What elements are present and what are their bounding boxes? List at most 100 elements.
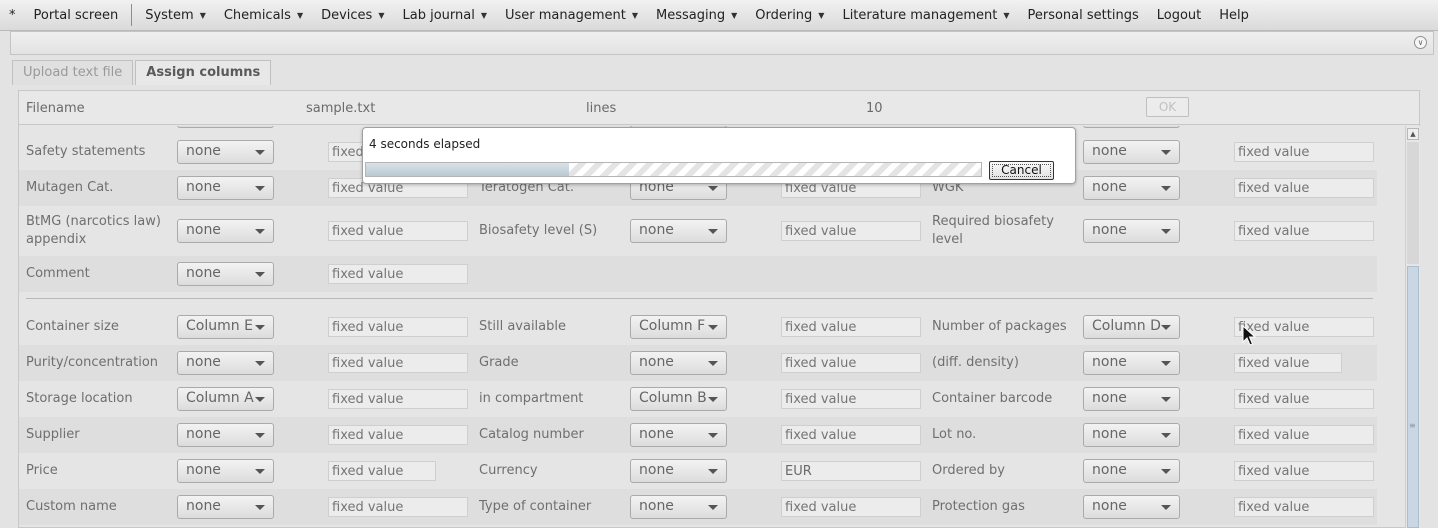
dropdown-arrow-icon: ▼ [731, 10, 738, 20]
menu-item-label: Portal screen [33, 7, 119, 23]
fixed-value-input[interactable] [1234, 178, 1374, 198]
column-select[interactable]: none [1083, 351, 1180, 375]
menu-item-logout[interactable]: Logout [1148, 0, 1211, 31]
menu-item-system[interactable]: System ▼ [136, 0, 215, 31]
column-select[interactable]: none [630, 219, 727, 243]
column-select[interactable]: Column A [177, 387, 274, 411]
column-select[interactable]: none [1083, 423, 1180, 447]
column-assignment-grid[interactable]: Safety statementsnoneSafety notesnoneCar… [19, 126, 1405, 528]
column-select-value: none [186, 426, 221, 442]
tab-upload-text-file[interactable]: Upload text file [12, 60, 134, 85]
dropdown-arrow-icon [255, 433, 265, 438]
fixed-value-input[interactable] [1234, 425, 1374, 445]
fixed-value-input[interactable] [1234, 221, 1374, 241]
fixed-value-input[interactable] [781, 497, 921, 517]
chevron-down-circle-icon[interactable]: ∨ [1414, 36, 1427, 49]
fixed-value-input[interactable] [328, 425, 468, 445]
column-select[interactable]: none [630, 423, 727, 447]
fixed-value-input[interactable] [328, 317, 468, 337]
menu-item-portal-screen[interactable]: Portal screen [25, 0, 128, 31]
column-select-value: Column B [639, 390, 707, 406]
menu-item-user-management[interactable]: User management ▼ [496, 0, 647, 31]
column-select[interactable]: none [1083, 219, 1180, 243]
column-select[interactable] [1083, 126, 1180, 128]
dropdown-arrow-icon [255, 325, 265, 330]
fixed-value-input[interactable] [1234, 353, 1342, 373]
column-select-value: none [1092, 426, 1127, 442]
column-select[interactable]: none [1083, 387, 1180, 411]
menu-item-label: System [145, 7, 194, 23]
fixed-value-input[interactable] [328, 353, 468, 373]
fixed-value-input[interactable] [781, 461, 921, 481]
filename-value: sample.txt [306, 101, 376, 116]
column-select[interactable]: none [177, 262, 274, 286]
column-select[interactable]: none [630, 459, 727, 483]
fixed-value-input[interactable] [1234, 142, 1374, 162]
dropdown-arrow-icon [255, 272, 265, 277]
menu-item-label: Chemicals [223, 7, 291, 23]
tab-assign-columns[interactable]: Assign columns [135, 60, 272, 85]
scrollbar-thumb[interactable] [1407, 266, 1419, 528]
column-select[interactable]: none [630, 495, 727, 519]
fixed-value-input[interactable] [328, 389, 468, 409]
column-select[interactable]: Column D [1083, 315, 1180, 339]
menu-item-ordering[interactable]: Ordering ▼ [746, 0, 833, 31]
column-select[interactable]: none [177, 176, 274, 200]
fixed-value-input[interactable] [1234, 497, 1374, 517]
column-select[interactable]: none [177, 219, 274, 243]
column-select-value: Column A [186, 390, 254, 406]
fixed-value-input[interactable] [328, 497, 468, 517]
menu-item-help[interactable]: Help [1210, 0, 1258, 31]
vertical-scrollbar[interactable]: ▲ ≡ [1405, 126, 1420, 528]
column-select[interactable]: none [1083, 495, 1180, 519]
column-select[interactable]: none [1083, 176, 1180, 200]
scrollbar-grip-icon: ≡ [1409, 421, 1416, 430]
fixed-value-input[interactable] [328, 221, 468, 241]
fixed-value-input[interactable] [781, 389, 921, 409]
fixed-value-input[interactable] [781, 317, 921, 337]
main-menu-bar: * Portal screen System ▼ Chemicals ▼ Devic… [0, 0, 1438, 31]
column-select[interactable]: none [177, 351, 274, 375]
column-select[interactable] [177, 126, 274, 128]
fixed-value-input[interactable] [328, 264, 468, 284]
menu-item-chemicals[interactable]: Chemicals ▼ [215, 0, 312, 31]
dropdown-arrow-icon: ▼ [480, 10, 487, 20]
column-select[interactable]: none [177, 495, 274, 519]
fixed-value-input[interactable] [781, 221, 921, 241]
dropdown-arrow-icon [1161, 186, 1171, 191]
column-select[interactable]: none [630, 351, 727, 375]
menu-item-messaging[interactable]: Messaging ▼ [647, 0, 746, 31]
field-label: Protection gas [932, 499, 1025, 514]
table-row: Purity/concentration none Grade none (diff. … [19, 345, 1377, 381]
menu-item-label: Devices [321, 7, 373, 23]
field-label: in compartment [479, 391, 584, 406]
menu-item-devices[interactable]: Devices ▼ [312, 0, 393, 31]
fixed-value-input[interactable] [328, 461, 436, 481]
menu-item-personal-settings[interactable]: Personal settings [1018, 0, 1147, 31]
column-select[interactable]: none [177, 423, 274, 447]
menu-item-literature-management[interactable]: Literature management ▼ [833, 0, 1018, 31]
column-select[interactable]: Column F [630, 315, 727, 339]
menu-item-star[interactable]: * [0, 0, 25, 31]
menu-separator [131, 4, 133, 26]
cancel-button[interactable]: Cancel [989, 161, 1054, 180]
column-select[interactable]: Column E [177, 315, 274, 339]
column-select[interactable]: none [1083, 140, 1180, 164]
column-select[interactable]: none [177, 140, 274, 164]
fixed-value-input[interactable] [1234, 461, 1374, 481]
dropdown-arrow-icon [708, 433, 718, 438]
menu-item-label: Lab journal [402, 7, 475, 23]
ok-button[interactable]: OK [1146, 97, 1189, 117]
column-select-value: none [639, 498, 674, 514]
scrollbar-track[interactable] [1407, 142, 1419, 264]
column-select[interactable]: none [1083, 459, 1180, 483]
scroll-up-arrow-icon[interactable]: ▲ [1407, 128, 1419, 140]
fixed-value-input[interactable] [781, 353, 921, 373]
fixed-value-input[interactable] [781, 425, 921, 445]
column-select[interactable]: Column B [630, 387, 727, 411]
table-row: BtMG (narcotics law) appendix none Biosafe… [19, 206, 1377, 256]
dropdown-arrow-icon [708, 186, 718, 191]
menu-item-lab-journal[interactable]: Lab journal ▼ [393, 0, 496, 31]
column-select[interactable]: none [177, 459, 274, 483]
fixed-value-input[interactable] [1234, 389, 1374, 409]
